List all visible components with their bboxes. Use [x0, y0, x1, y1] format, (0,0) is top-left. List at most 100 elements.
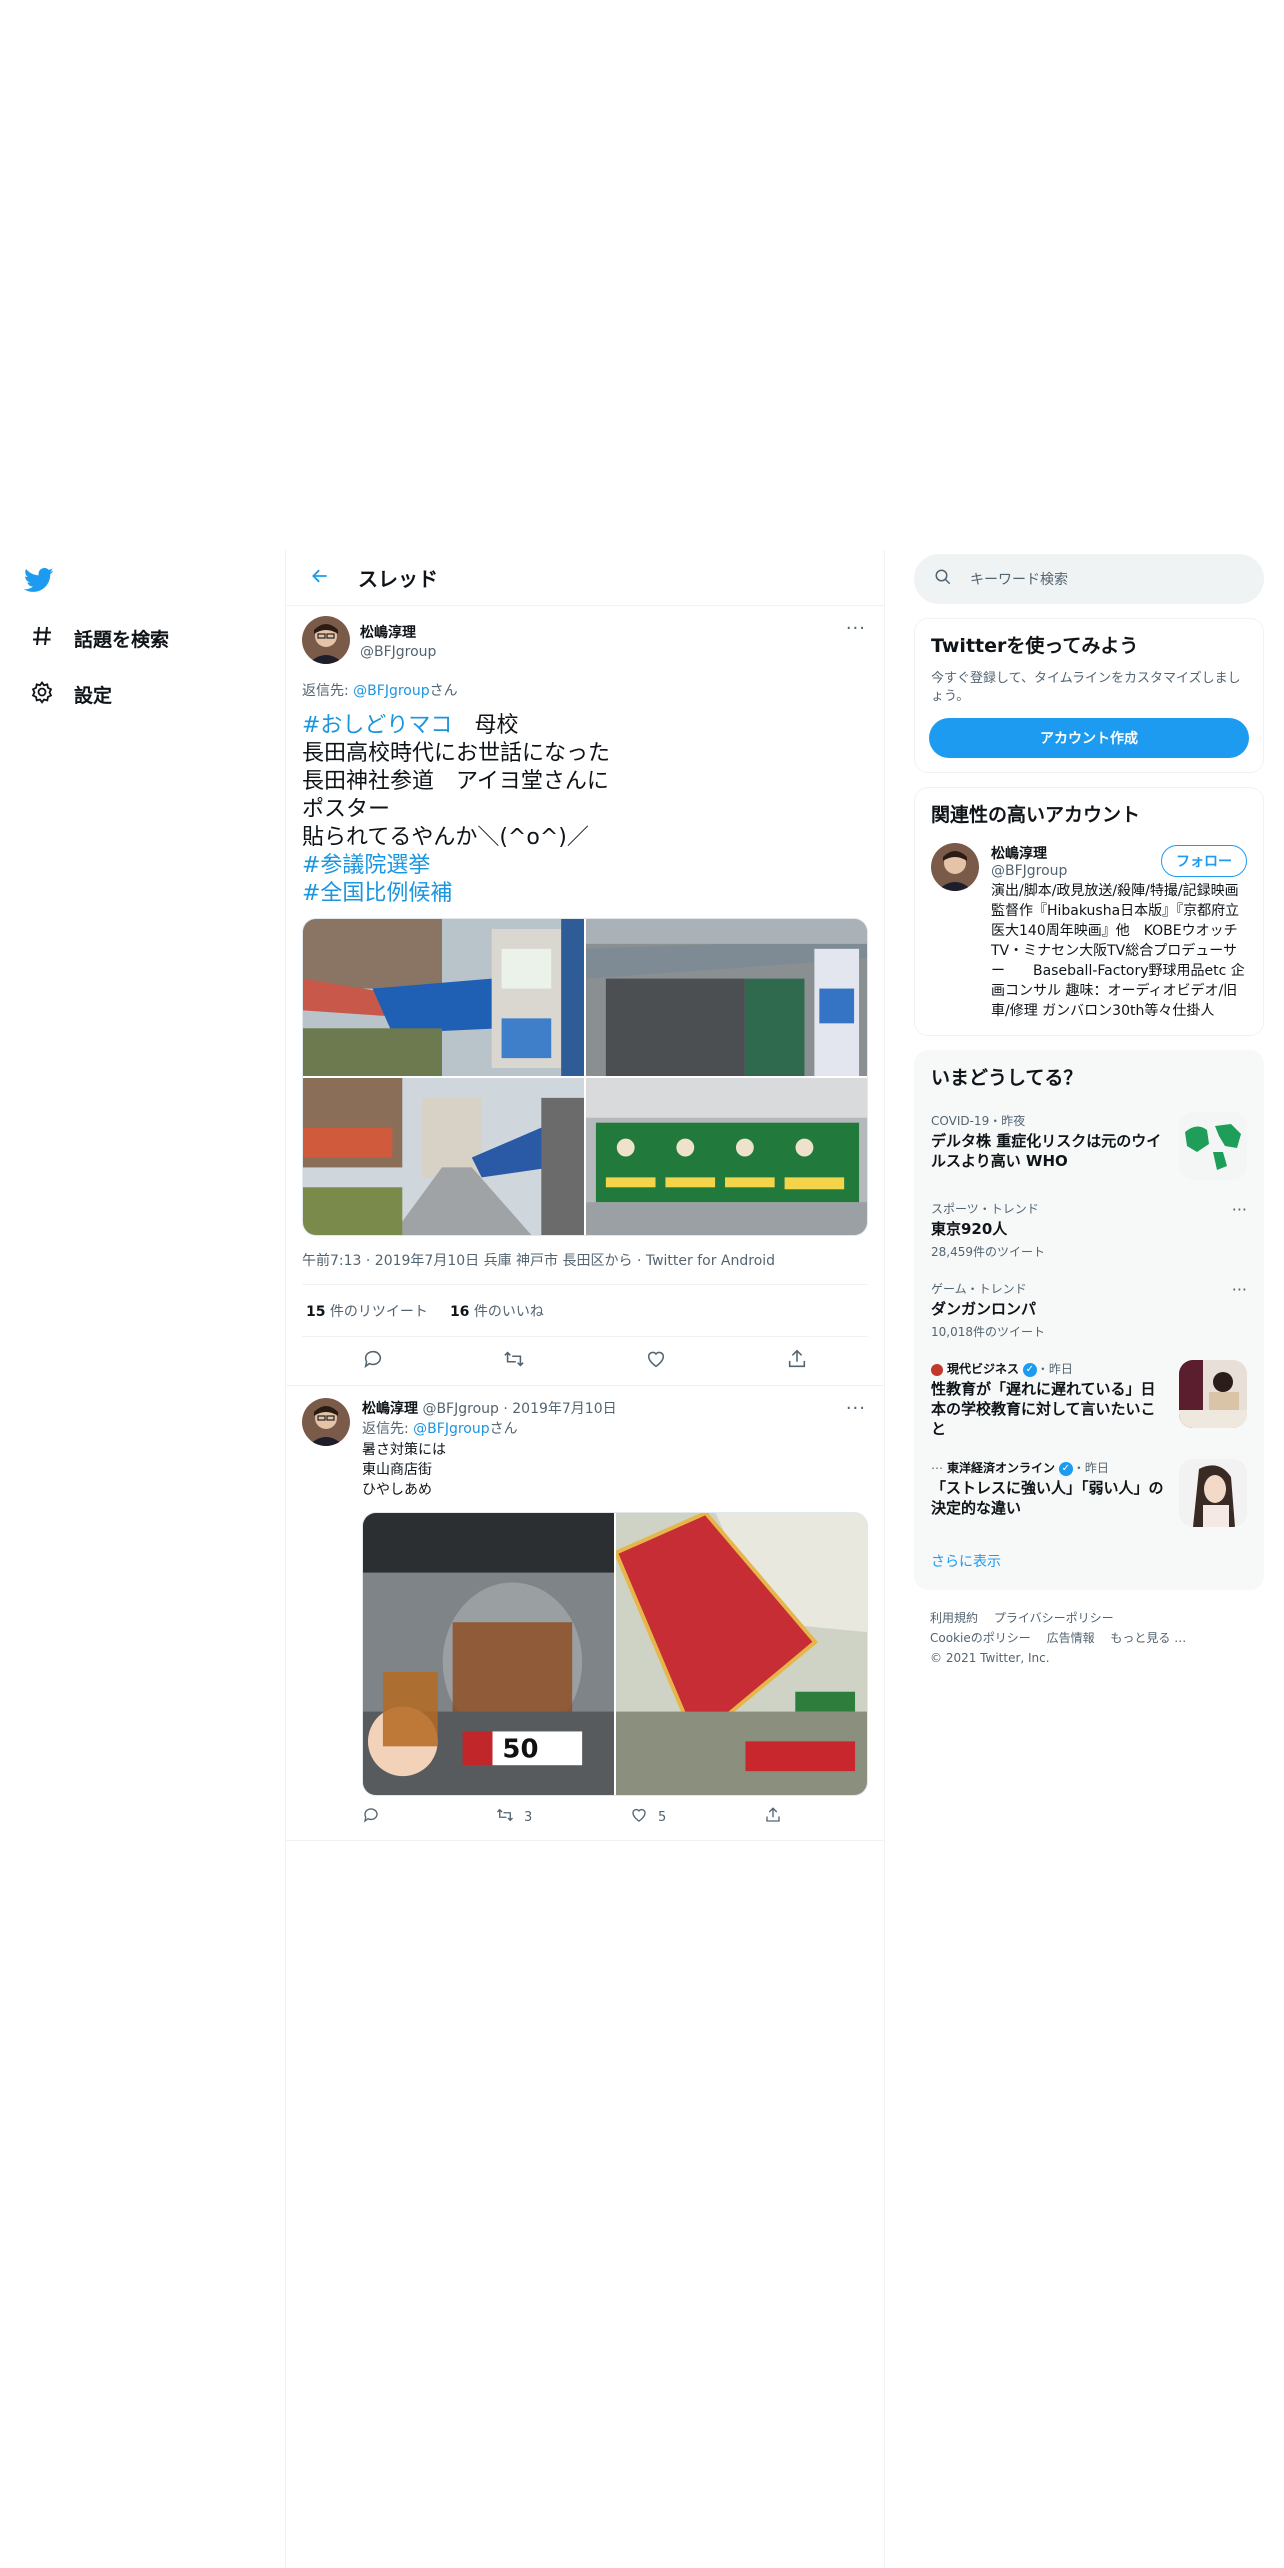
more-options-button[interactable]: ···	[846, 1398, 866, 1419]
like-count: 5	[658, 1809, 667, 1825]
retweet-count[interactable]: 15 件のリツイート	[306, 1301, 428, 1321]
hashtag-link[interactable]: #全国比例候補	[302, 881, 452, 906]
search-box[interactable]: キーワード検索	[914, 554, 1264, 604]
tweet-photo[interactable]	[586, 1078, 867, 1235]
trend-thumbnail	[1179, 1360, 1247, 1428]
hashtag-link[interactable]: #参議院選挙	[302, 853, 430, 878]
create-account-button[interactable]: アカウント作成	[929, 718, 1249, 758]
retweet-count-label: 件のリツイート	[325, 1303, 428, 1320]
trend-time: ・昨日	[1072, 1461, 1109, 1475]
reply-icon	[362, 1806, 380, 1828]
reply-actions: 3 5	[362, 1806, 898, 1828]
trend-meta: ⋯ 東洋経済オンライン ✓ ・昨日	[931, 1459, 1169, 1476]
avatar[interactable]	[302, 1398, 350, 1446]
trend-item[interactable]: COVID-19・昨夜 デルタ株 重症化リスクは元のウイルスより高い WHO	[915, 1102, 1263, 1190]
signup-subtitle: 今すぐ登録して、タイムラインをカスタマイズしましょう。	[931, 671, 1241, 704]
reply-to: 返信先: @BFJgroupさん	[362, 1418, 898, 1438]
reply-text: 暑さ対策には 東山商店街 ひやしあめ	[362, 1442, 446, 1498]
retweet-icon	[496, 1806, 514, 1828]
author-handle: @BFJgroup	[360, 644, 437, 660]
tweet-text: #おしどりマコ 母校 長田高校時代にお世話になった 長田神社参道 アイヨ堂さんに…	[302, 712, 868, 908]
twitter-logo-icon[interactable]	[24, 560, 68, 600]
share-icon[interactable]	[786, 1348, 808, 1374]
main-tweet: 松嶋淳理 @BFJgroup ··· 返信先: @BFJgroupさん #おしど…	[286, 606, 884, 1386]
trend-meta: 現代ビジネス ✓ ・昨日	[931, 1360, 1169, 1377]
more-options-button[interactable]: ···	[846, 618, 866, 639]
tweet-photo[interactable]	[586, 919, 867, 1076]
avatar[interactable]	[302, 616, 350, 664]
trend-more-button[interactable]: ···	[1232, 1280, 1247, 1299]
author-name[interactable]: 松嶋淳理	[362, 1401, 418, 1417]
trend-source: 現代ビジネス	[947, 1362, 1020, 1376]
search-icon	[934, 568, 952, 590]
trend-meta: ゲーム・トレンド	[931, 1282, 1027, 1296]
reply-to-suffix: さん	[429, 683, 458, 699]
hashtag-link[interactable]: #おしどりマコ	[302, 713, 452, 738]
share-icon	[764, 1806, 782, 1828]
footer-terms-link[interactable]: 利用規約	[930, 1611, 978, 1625]
share-button[interactable]	[764, 1806, 898, 1828]
tweet-photo[interactable]	[616, 1513, 867, 1795]
svg-text:50: 50	[502, 1734, 538, 1764]
thread-column: スレッド 松嶋淳理 @BFJgroup ··· 返信先: @BFJgroupさん…	[285, 550, 885, 2568]
like-count-value: 16	[449, 1303, 470, 1320]
reply-tweet[interactable]: 松嶋淳理 @BFJgroup · 2019年7月10日 返信先: @BFJgro…	[286, 1386, 884, 1841]
like-count[interactable]: 16 件のいいね	[450, 1301, 544, 1321]
tweet-stats: 15 件のリツイート 16 件のいいね	[302, 1285, 868, 1337]
trend-item[interactable]: ゲーム・トレンド ダンガンロンパ 10,018件のツイート ···	[915, 1270, 1263, 1350]
footer-more-link[interactable]: もっと見る …	[1110, 1631, 1186, 1645]
back-button[interactable]	[302, 560, 338, 596]
show-more-link[interactable]: さらに表示	[915, 1537, 1263, 1589]
trend-title: ダンガンロンパ	[931, 1300, 1037, 1318]
retweet-icon[interactable]	[503, 1348, 525, 1374]
trends-card: いまどうしてる？ COVID-19・昨夜 デルタ株 重症化リスクは元のウイルスよ…	[914, 1050, 1264, 1590]
trends-title: いまどうしてる？	[931, 1067, 1083, 1089]
tweet-media-grid	[302, 918, 868, 1236]
account-bio: 演出/脚本/政見放送/殺陣/特撮/記録映画 監督作『Hibakusha日本版』『…	[991, 883, 1264, 1019]
trend-count: 28,459件のツイート	[931, 1245, 1045, 1259]
reply-media-grid: 50	[362, 1512, 868, 1796]
trend-title: デルタ株 重症化リスクは元のウイルスより高い WHO	[931, 1132, 1162, 1170]
reply-to: 返信先: @BFJgroupさん	[302, 680, 868, 700]
nav-settings[interactable]: 設定	[24, 666, 254, 722]
like-button[interactable]: 5	[630, 1806, 764, 1828]
trend-time: ・昨日	[1036, 1362, 1073, 1376]
trend-more-button[interactable]: ···	[1232, 1200, 1247, 1219]
footer-privacy-link[interactable]: プライバシーポリシー	[994, 1611, 1114, 1625]
left-navigation: 話題を検索 設定	[24, 560, 254, 722]
hashtag-icon	[30, 624, 54, 652]
tweet-photo[interactable]	[303, 1078, 584, 1235]
account-item[interactable]: 松嶋淳理 @BFJgroup 演出/脚本/政見放送/殺陣/特撮/記録映画 監督作…	[915, 839, 1263, 1035]
avatar[interactable]	[931, 843, 979, 891]
trend-item[interactable]: スポーツ・トレンド 東京920人 28,459件のツイート ···	[915, 1190, 1263, 1270]
footer-ads-link[interactable]: 広告情報	[1047, 1631, 1095, 1645]
reply-to-link[interactable]: @BFJgroup	[413, 1421, 489, 1437]
reply-icon[interactable]	[362, 1348, 384, 1374]
retweet-count: 3	[524, 1809, 533, 1825]
trend-item[interactable]: ⋯ 東洋経済オンライン ✓ ・昨日 「ストレスに強い人」「弱い人」の決定的な違い	[915, 1449, 1263, 1537]
related-accounts-card: 関連性の高いアカウント 松嶋淳理 @BFJgroup 演出/脚本/政見放送/殺陣…	[914, 787, 1264, 1036]
verified-icon: ✓	[1022, 1362, 1037, 1377]
trend-source: 東洋経済オンライン	[947, 1461, 1056, 1475]
nav-settings-label: 設定	[74, 684, 113, 707]
reply-to-suffix: さん	[489, 1421, 518, 1437]
tweet-photo[interactable]	[303, 919, 584, 1076]
source-logo-icon	[931, 1363, 943, 1376]
retweet-button[interactable]: 3	[496, 1806, 630, 1828]
like-icon[interactable]	[645, 1348, 667, 1374]
tweet-date[interactable]: 2019年7月10日	[512, 1401, 616, 1417]
follow-button[interactable]: フォロー	[1161, 845, 1247, 877]
trend-meta: COVID-19・昨夜	[931, 1114, 1026, 1128]
reply-to-link[interactable]: @BFJgroup	[353, 683, 429, 699]
tweet-author[interactable]: 松嶋淳理 @BFJgroup	[302, 616, 868, 664]
reply-button[interactable]	[362, 1806, 496, 1828]
footer-cookie-link[interactable]: Cookieのポリシー	[930, 1631, 1031, 1645]
trend-item[interactable]: 現代ビジネス ✓ ・昨日 性教育が「遅れに遅れている」日本の学校教育に対して言いた…	[915, 1350, 1263, 1449]
tweet-photo[interactable]: 50	[363, 1513, 614, 1795]
like-count-label: 件のいいね	[469, 1303, 544, 1320]
tweet-actions	[302, 1337, 868, 1385]
nav-explore[interactable]: 話題を検索	[24, 610, 254, 666]
search-input[interactable]: キーワード検索	[970, 569, 1068, 589]
signup-title: Twitterを使ってみよう	[931, 635, 1139, 657]
nav-explore-label: 話題を検索	[74, 628, 170, 651]
